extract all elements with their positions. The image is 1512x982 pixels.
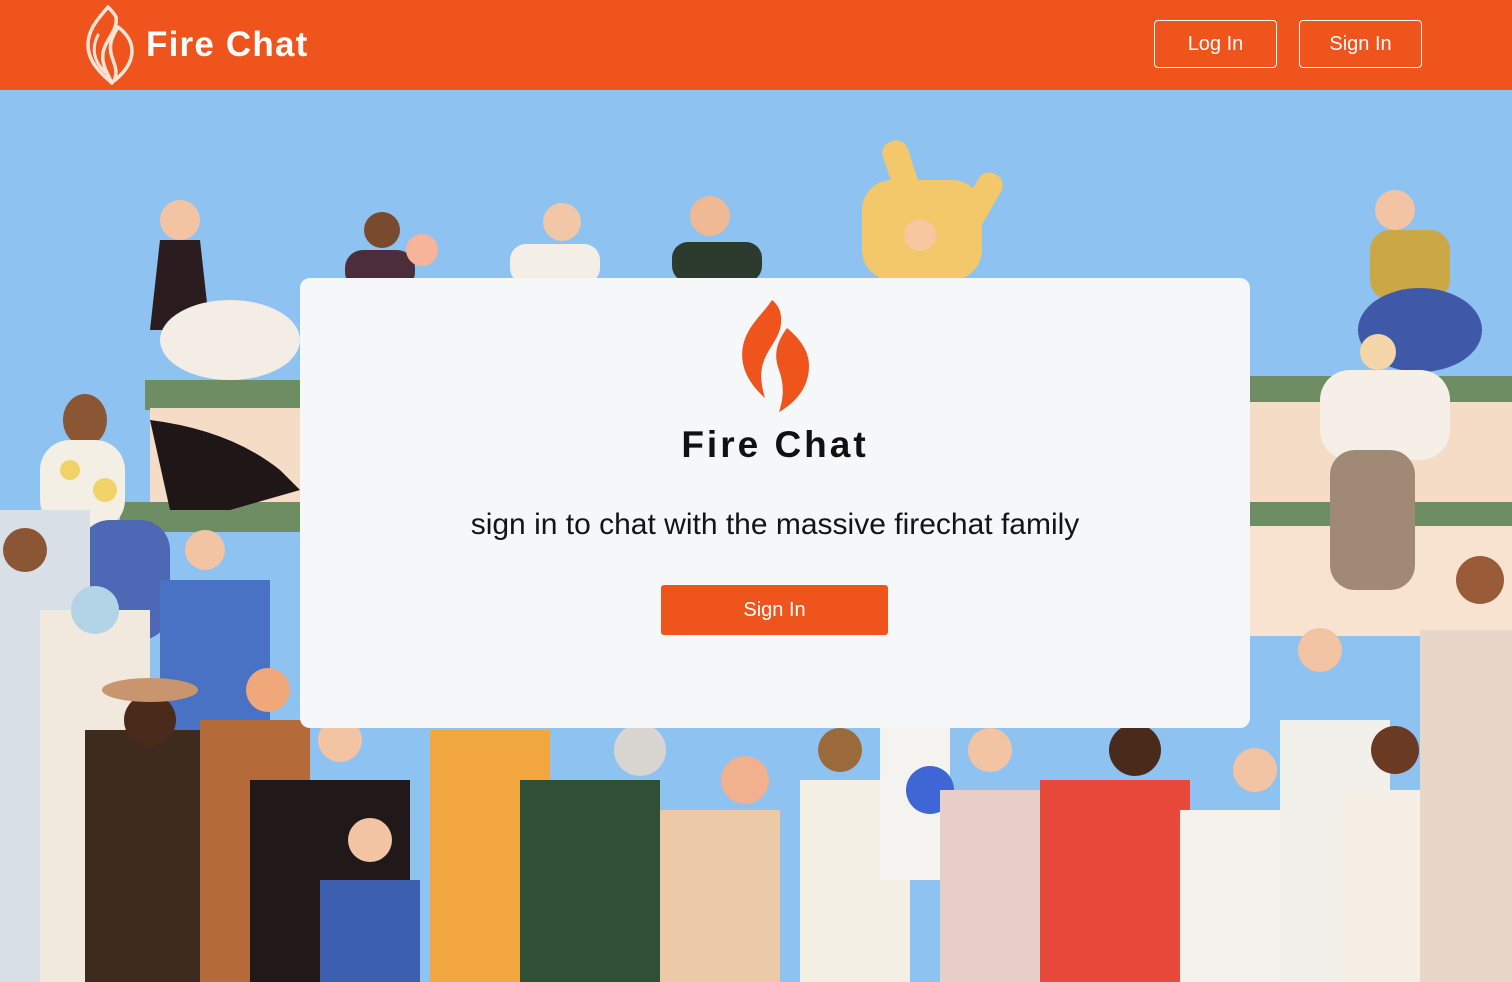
login-button[interactable]: Log In bbox=[1154, 20, 1277, 68]
signin-button[interactable]: Sign In bbox=[661, 585, 888, 635]
flame-icon bbox=[742, 300, 809, 412]
top-bar: Fire Chat Log In Sign In bbox=[0, 0, 1512, 90]
card-subtitle: sign in to chat with the massive firecha… bbox=[470, 508, 1080, 541]
header-signin-button[interactable]: Sign In bbox=[1299, 20, 1422, 68]
page: Fire Chat Log In Sign In Fire Chat sign … bbox=[0, 0, 1512, 982]
brand[interactable]: Fire Chat bbox=[78, 4, 309, 86]
brand-name: Fire Chat bbox=[146, 25, 309, 64]
flame-icon bbox=[86, 5, 134, 85]
card-title: Fire Chat bbox=[681, 424, 869, 465]
